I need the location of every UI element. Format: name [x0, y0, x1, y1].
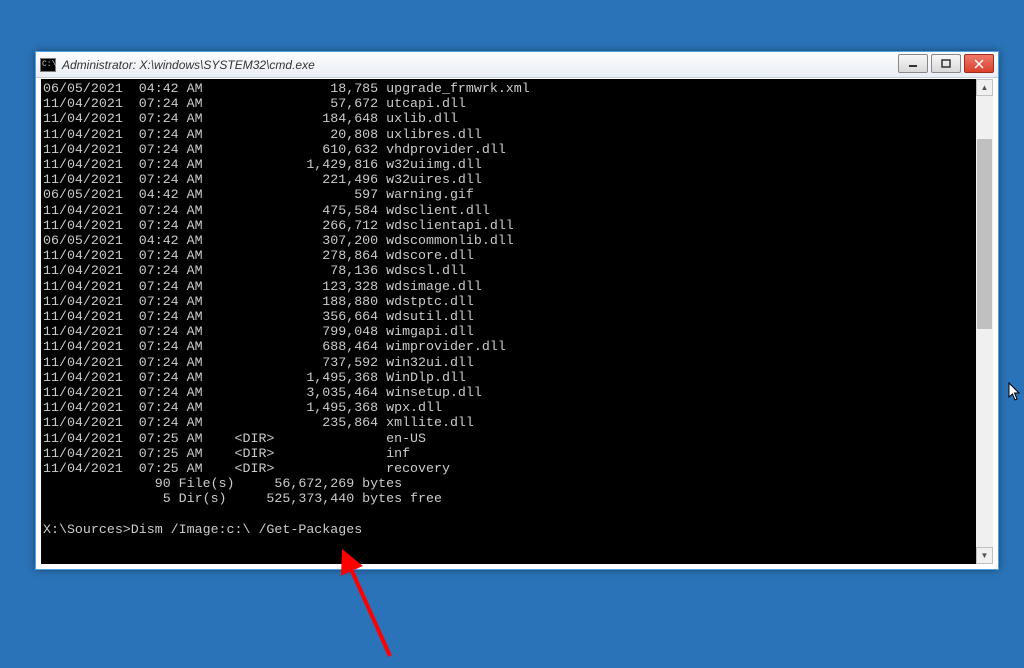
minimize-icon — [908, 59, 918, 69]
scroll-down-button[interactable]: ▼ — [976, 547, 993, 564]
close-button[interactable] — [964, 54, 994, 73]
close-icon — [974, 59, 984, 69]
scroll-thumb[interactable] — [977, 139, 992, 329]
terminal-output: 06/05/2021 04:42 AM 18,785 upgrade_frmwr… — [41, 79, 976, 564]
scroll-up-button[interactable]: ▲ — [976, 79, 993, 96]
app-icon: C:\ — [40, 58, 56, 72]
maximize-icon — [941, 59, 951, 69]
minimize-button[interactable] — [898, 54, 928, 73]
mouse-cursor-icon — [1008, 382, 1022, 402]
maximize-button[interactable] — [931, 54, 961, 73]
window-buttons — [898, 54, 994, 73]
terminal-area[interactable]: 06/05/2021 04:42 AM 18,785 upgrade_frmwr… — [41, 79, 993, 564]
scrollbar[interactable]: ▲ ▼ — [976, 79, 993, 564]
command-prompt-window: C:\ Administrator: X:\windows\SYSTEM32\c… — [35, 51, 999, 570]
titlebar[interactable]: C:\ Administrator: X:\windows\SYSTEM32\c… — [36, 52, 998, 78]
window-title: Administrator: X:\windows\SYSTEM32\cmd.e… — [62, 58, 315, 72]
